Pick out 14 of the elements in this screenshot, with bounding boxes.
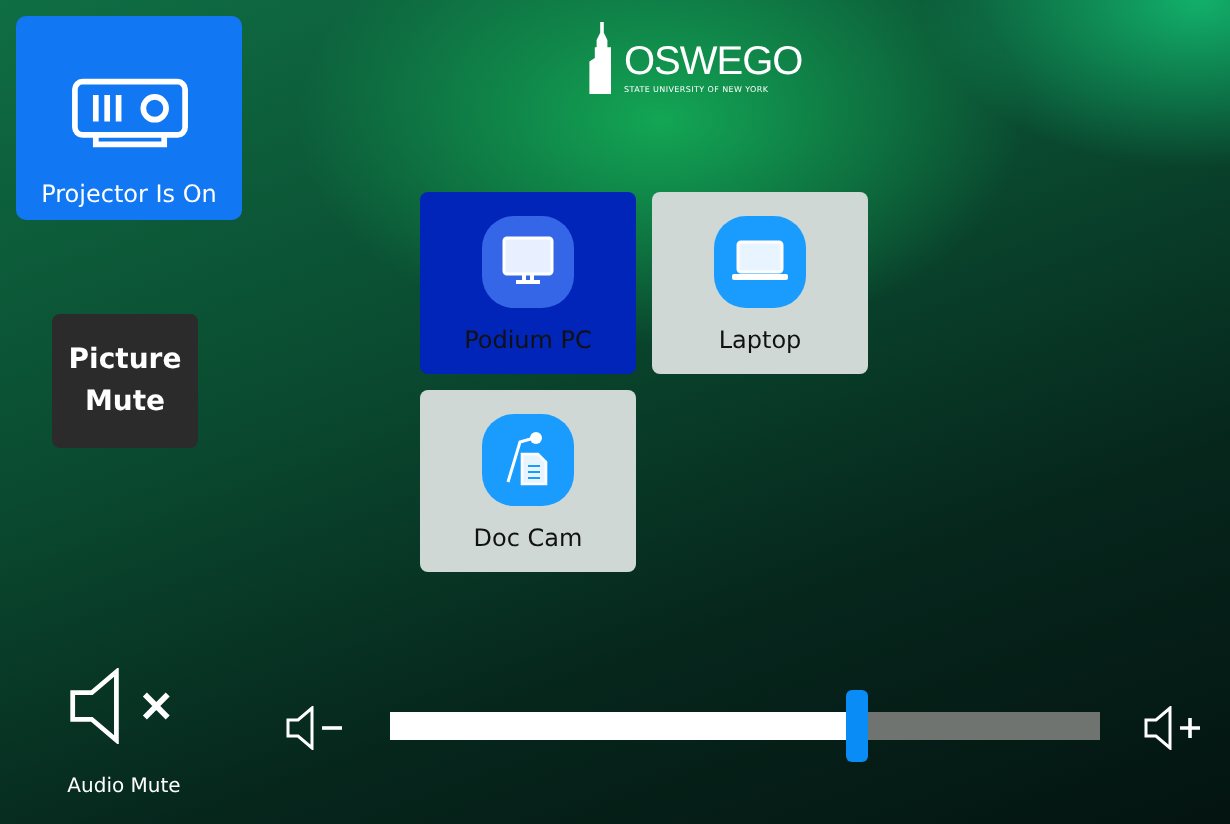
audio-mute-button[interactable]: Audio Mute <box>62 668 186 798</box>
slider-thumb[interactable] <box>846 690 869 762</box>
volume-up-icon[interactable] <box>1144 706 1204 750</box>
projector-button[interactable]: Projector Is On <box>16 16 242 220</box>
monitor-icon <box>482 216 574 308</box>
projector-icon <box>67 76 191 152</box>
source-button[interactable]: Laptop <box>652 192 868 374</box>
picture-mute-button[interactable]: Picture Mute <box>52 314 198 448</box>
volume-down-icon[interactable] <box>286 706 346 750</box>
laptop-icon <box>714 216 806 308</box>
source-button[interactable]: Doc Cam <box>420 390 636 572</box>
document-camera-icon <box>482 414 574 506</box>
volume-slider[interactable] <box>390 690 1100 762</box>
logo-wordmark: OSWEGO <box>624 40 803 84</box>
